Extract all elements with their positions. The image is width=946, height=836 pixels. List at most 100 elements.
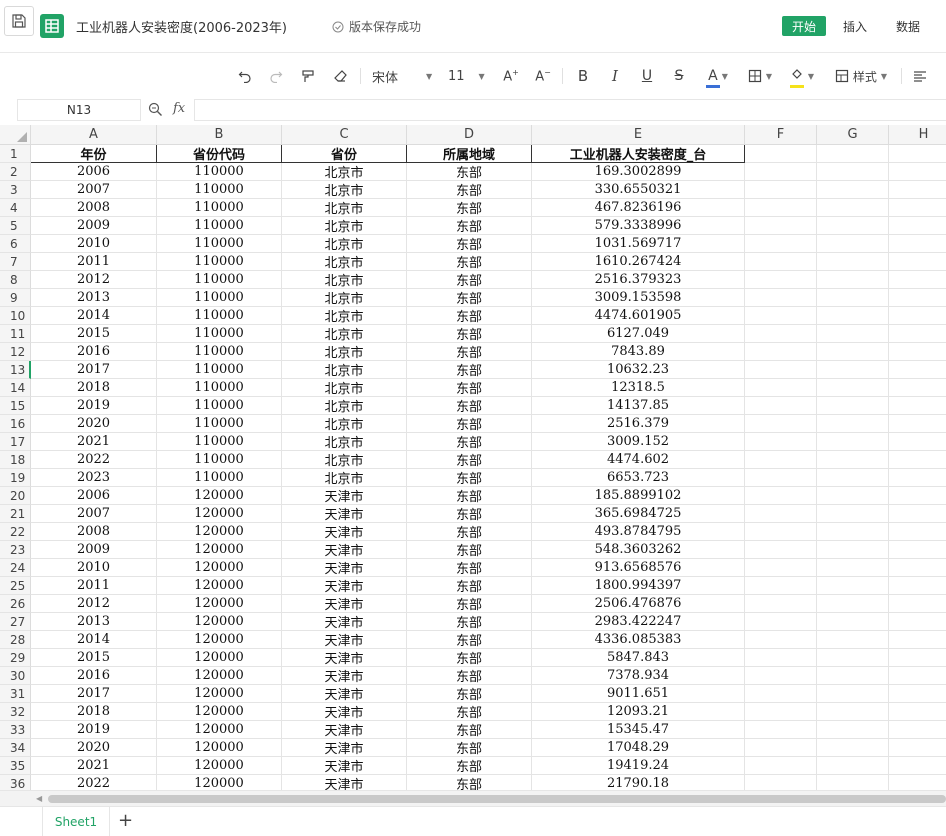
cell-f26[interactable] [745,595,817,613]
cell-a33[interactable]: 2019 [31,721,157,739]
cell-a7[interactable]: 2011 [31,253,157,271]
cell-c29[interactable]: 天津市 [282,649,407,667]
cell-g12[interactable] [817,343,889,361]
save-button[interactable] [4,6,34,36]
cell-b10[interactable]: 110000 [157,307,282,325]
cell-a6[interactable]: 2010 [31,235,157,253]
horizontal-scrollbar[interactable]: ◀ [0,790,946,807]
cell-c19[interactable]: 北京市 [282,469,407,487]
row-header[interactable]: 5 [0,217,31,235]
cell-b22[interactable]: 120000 [157,523,282,541]
cell-a3[interactable]: 2007 [31,181,157,199]
scrollbar-thumb[interactable] [48,795,946,803]
cell-g2[interactable] [817,163,889,181]
row-header[interactable]: 3 [0,181,31,199]
cell-d5[interactable]: 东部 [407,217,532,235]
cell-c28[interactable]: 天津市 [282,631,407,649]
cell-e8[interactable]: 2516.379323 [532,271,745,289]
cell-c16[interactable]: 北京市 [282,415,407,433]
cell-d2[interactable]: 东部 [407,163,532,181]
cell-f14[interactable] [745,379,817,397]
cell-g19[interactable] [817,469,889,487]
cell-a19[interactable]: 2023 [31,469,157,487]
cell-d11[interactable]: 东部 [407,325,532,343]
cell-h1[interactable] [889,145,946,163]
cell-b1[interactable]: 省份代码 [157,145,282,163]
cell-f17[interactable] [745,433,817,451]
row-header[interactable]: 35 [0,757,31,775]
cell-e12[interactable]: 7843.89 [532,343,745,361]
cell-f35[interactable] [745,757,817,775]
cell-c8[interactable]: 北京市 [282,271,407,289]
cell-c2[interactable]: 北京市 [282,163,407,181]
cell-a34[interactable]: 2020 [31,739,157,757]
font-size-select[interactable]: 11 ▼ [448,66,490,86]
cell-g5[interactable] [817,217,889,235]
cell-a10[interactable]: 2014 [31,307,157,325]
cell-a12[interactable]: 2016 [31,343,157,361]
cell-h26[interactable] [889,595,946,613]
cell-b15[interactable]: 110000 [157,397,282,415]
cell-a8[interactable]: 2012 [31,271,157,289]
cell-d21[interactable]: 东部 [407,505,532,523]
italic-button[interactable]: I [607,66,623,86]
cell-g35[interactable] [817,757,889,775]
cell-d4[interactable]: 东部 [407,199,532,217]
cell-c35[interactable]: 天津市 [282,757,407,775]
cell-g20[interactable] [817,487,889,505]
cell-e6[interactable]: 1031.569717 [532,235,745,253]
align-left-button[interactable] [912,66,928,86]
cell-d25[interactable]: 东部 [407,577,532,595]
cell-f20[interactable] [745,487,817,505]
clear-format-button[interactable] [330,66,350,86]
cell-g26[interactable] [817,595,889,613]
cell-g16[interactable] [817,415,889,433]
cell-h15[interactable] [889,397,946,415]
cell-b14[interactable]: 110000 [157,379,282,397]
row-header[interactable]: 32 [0,703,31,721]
cell-f9[interactable] [745,289,817,307]
underline-button[interactable]: U [639,66,655,86]
cell-e18[interactable]: 4474.602 [532,451,745,469]
cell-c32[interactable]: 天津市 [282,703,407,721]
cell-c14[interactable]: 北京市 [282,379,407,397]
cell-d16[interactable]: 东部 [407,415,532,433]
cell-h19[interactable] [889,469,946,487]
cell-d26[interactable]: 东部 [407,595,532,613]
cell-a25[interactable]: 2011 [31,577,157,595]
fill-color-button[interactable]: ▼ [787,66,817,88]
column-header-c[interactable]: C [282,125,407,145]
row-header[interactable]: 28 [0,631,31,649]
cell-e30[interactable]: 7378.934 [532,667,745,685]
cell-c30[interactable]: 天津市 [282,667,407,685]
cell-a17[interactable]: 2021 [31,433,157,451]
cell-e13[interactable]: 10632.23 [532,361,745,379]
cell-g25[interactable] [817,577,889,595]
row-header[interactable]: 29 [0,649,31,667]
cell-e15[interactable]: 14137.85 [532,397,745,415]
row-header[interactable]: 24 [0,559,31,577]
cell-e32[interactable]: 12093.21 [532,703,745,721]
cell-e35[interactable]: 19419.24 [532,757,745,775]
cell-f33[interactable] [745,721,817,739]
cell-a32[interactable]: 2018 [31,703,157,721]
cell-c24[interactable]: 天津市 [282,559,407,577]
row-header[interactable]: 25 [0,577,31,595]
cell-e14[interactable]: 12318.5 [532,379,745,397]
cell-f12[interactable] [745,343,817,361]
cell-a27[interactable]: 2013 [31,613,157,631]
cell-a31[interactable]: 2017 [31,685,157,703]
cell-d9[interactable]: 东部 [407,289,532,307]
cell-g14[interactable] [817,379,889,397]
cell-f10[interactable] [745,307,817,325]
cell-e16[interactable]: 2516.379 [532,415,745,433]
cell-g15[interactable] [817,397,889,415]
cell-e7[interactable]: 1610.267424 [532,253,745,271]
cell-e23[interactable]: 548.3603262 [532,541,745,559]
cell-c5[interactable]: 北京市 [282,217,407,235]
cell-g23[interactable] [817,541,889,559]
cell-b5[interactable]: 110000 [157,217,282,235]
cell-g30[interactable] [817,667,889,685]
row-header[interactable]: 17 [0,433,31,451]
column-header-g[interactable]: G [817,125,889,145]
